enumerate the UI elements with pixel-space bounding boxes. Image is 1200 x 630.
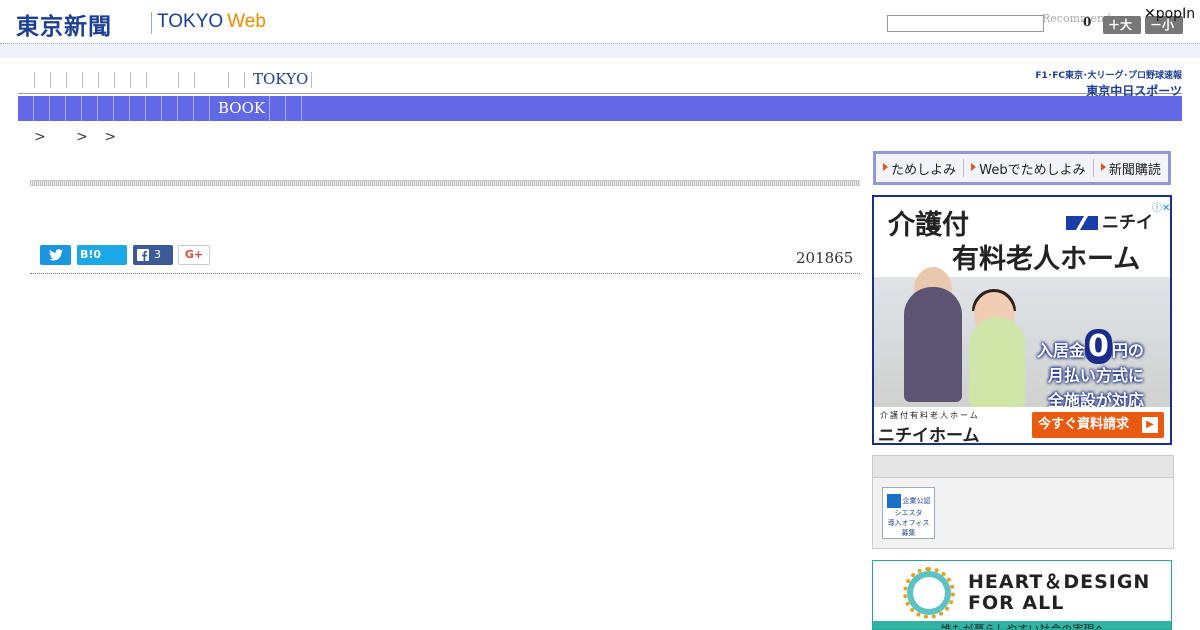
article-date: 201865: [796, 249, 854, 267]
section-nav-separator: [285, 96, 286, 121]
section-nav-separator: [177, 96, 178, 121]
hdfa-title-line2: FOR ALL: [968, 592, 1065, 614]
nichii-home-advertisement[interactable]: 介護付 有料老人ホーム ニチイ ⓘ✕ 入居金 0 円の 月払い方式に 全施設が対応 …: [872, 195, 1172, 445]
nav-item-separator: [98, 72, 99, 88]
badge-line3: 導入オフィス: [887, 519, 930, 527]
web-trial-reading-link[interactable]: Webでためしよみ: [971, 159, 1086, 178]
ad-offer-line1a: 入居金: [1037, 341, 1086, 360]
section-nav-separator: [113, 96, 114, 121]
siesta-logo-icon: [886, 494, 901, 508]
section-nav-separator: [193, 96, 194, 121]
badge-line1: 企業公認: [902, 497, 931, 505]
ad-brand-name: ニチイ: [1102, 213, 1153, 233]
site-logo[interactable]: 東京新聞: [16, 7, 112, 41]
arrow-right-icon: ▶: [1142, 417, 1158, 433]
header-divider: [0, 43, 1200, 58]
chunichi-sports-link[interactable]: F1･FC東京･大リーグ･プロ野球速報 東京中日スポーツ: [1035, 68, 1182, 99]
heart-design-for-all-banner[interactable]: HEART＆DESIGN FOR ALL 誰もが暮らしやすい社会の実現へ: [872, 560, 1172, 630]
section-nav-separator: [145, 96, 146, 121]
section-nav-separator: [65, 96, 66, 121]
ad-person-elder: [904, 287, 962, 402]
section-nav-separator: [33, 96, 34, 121]
twitter-icon: [48, 249, 63, 261]
promo-box-header: [873, 456, 1173, 478]
hdfa-title-line1: HEART＆DESIGN: [968, 571, 1151, 593]
badge-line2: シエスタ: [894, 509, 923, 517]
nav-item-separator: [228, 72, 229, 88]
ad-brand: ニチイ: [1066, 208, 1153, 233]
popin-close-icon[interactable]: ✕popIn: [1144, 6, 1195, 22]
nav-item-separator: [244, 72, 245, 88]
newspaper-subscription-link[interactable]: 新聞購読: [1100, 159, 1161, 178]
ad-offer: 入居金 0 円の 月払い方式に 全施設が対応: [1037, 329, 1144, 413]
ad-footer-brand: ニチイホーム: [878, 426, 980, 445]
nav-item-tokyo[interactable]: TOKYO: [253, 70, 308, 88]
sidebar-promo-box: 企業公認 シエスタ 導入オフィス 募集: [872, 455, 1174, 549]
hatena-bookmark-button[interactable]: B!0: [77, 245, 127, 265]
nav-item-separator: [311, 72, 312, 88]
recommend-label: Recommend: [1042, 12, 1112, 25]
link-divider: [963, 159, 965, 177]
ad-offer-zero: 0: [1085, 329, 1112, 364]
nav-item-separator: [178, 72, 179, 88]
section-nav-separator: [49, 96, 50, 121]
section-nav-item-book[interactable]: BOOK: [218, 99, 265, 117]
ad-person-carer: [969, 317, 1025, 407]
nav-item-separator: [114, 72, 115, 88]
article-title-rule: [30, 180, 860, 186]
section-nav: BOOK: [18, 96, 1182, 121]
ad-offer-line1b: 円の: [1111, 341, 1144, 360]
siesta-office-banner[interactable]: 企業公認 シエスタ 導入オフィス 募集: [882, 487, 935, 539]
ad-offer-line2: 月払い方式に: [1047, 366, 1144, 385]
cta-label: 今すぐ資料請求: [1038, 417, 1130, 432]
request-brochure-button[interactable]: 今すぐ資料請求 ▶: [1031, 411, 1165, 439]
google-plus-share-button[interactable]: G+: [178, 245, 210, 265]
logo-web-text: Web: [227, 11, 266, 32]
section-nav-separator: [161, 96, 162, 121]
twitter-share-button[interactable]: [40, 245, 71, 265]
flower-logo-icon: [903, 567, 955, 619]
section-nav-separator: [301, 96, 302, 121]
hatena-icon: B!: [80, 248, 94, 261]
section-nav-separator: [209, 96, 210, 121]
search-input[interactable]: [887, 15, 1044, 32]
site-header: 東京新聞 TOKYO Web Recommend 0 ＋大 －小 ✕popIn: [0, 0, 1200, 58]
nav-item-separator: [50, 72, 51, 88]
ad-info-close-icon[interactable]: ⓘ✕: [1152, 199, 1170, 214]
subscription-links: ためしよみ Webでためしよみ 新聞購読: [873, 151, 1171, 185]
font-larger-button[interactable]: ＋大: [1103, 16, 1141, 34]
article-divider: [30, 273, 860, 274]
section-nav-separator: [97, 96, 98, 121]
section-nav-separator: [269, 96, 270, 121]
nav-item-separator: [34, 72, 35, 88]
trial-reading-link[interactable]: ためしよみ: [883, 159, 956, 178]
nav-item-separator: [130, 72, 131, 88]
link-divider: [1092, 159, 1094, 177]
tokyo-web-logo[interactable]: TOKYO Web: [157, 11, 266, 33]
hdfa-tagline: 誰もが暮らしやすい社会の実現へ: [873, 621, 1171, 629]
facebook-icon: [137, 249, 149, 261]
primary-nav: TOKYO F1･FC東京･大リーグ･プロ野球速報 東京中日スポーツ: [18, 68, 1182, 98]
nichii-logo-icon: [1066, 216, 1098, 230]
sports-link-subtitle: F1･FC東京･大リーグ･プロ野球速報: [1035, 71, 1182, 81]
ad-footer-caption: 介護付有料老人ホーム: [880, 411, 980, 420]
nav-item-separator: [194, 72, 195, 88]
section-nav-separator: [81, 96, 82, 121]
recommend-count: 0: [1083, 15, 1092, 29]
logo-en-text: TOKYO: [157, 11, 224, 32]
section-nav-separator: [129, 96, 130, 121]
facebook-count: 3: [154, 248, 161, 261]
logo-divider: [151, 12, 152, 34]
badge-line4: 募集: [901, 529, 916, 537]
nav-item-separator: [82, 72, 83, 88]
nav-item-separator: [66, 72, 67, 88]
ad-footer: 介護付有料老人ホーム ニチイホーム 今すぐ資料請求 ▶: [874, 407, 1170, 443]
nav-item-separator: [146, 72, 147, 88]
hatena-count: 0: [93, 248, 102, 261]
facebook-share-button[interactable]: 3: [133, 245, 173, 265]
breadcrumb[interactable]: > > >: [34, 126, 116, 146]
ad-title-line2: 有料老人ホーム: [952, 244, 1141, 275]
